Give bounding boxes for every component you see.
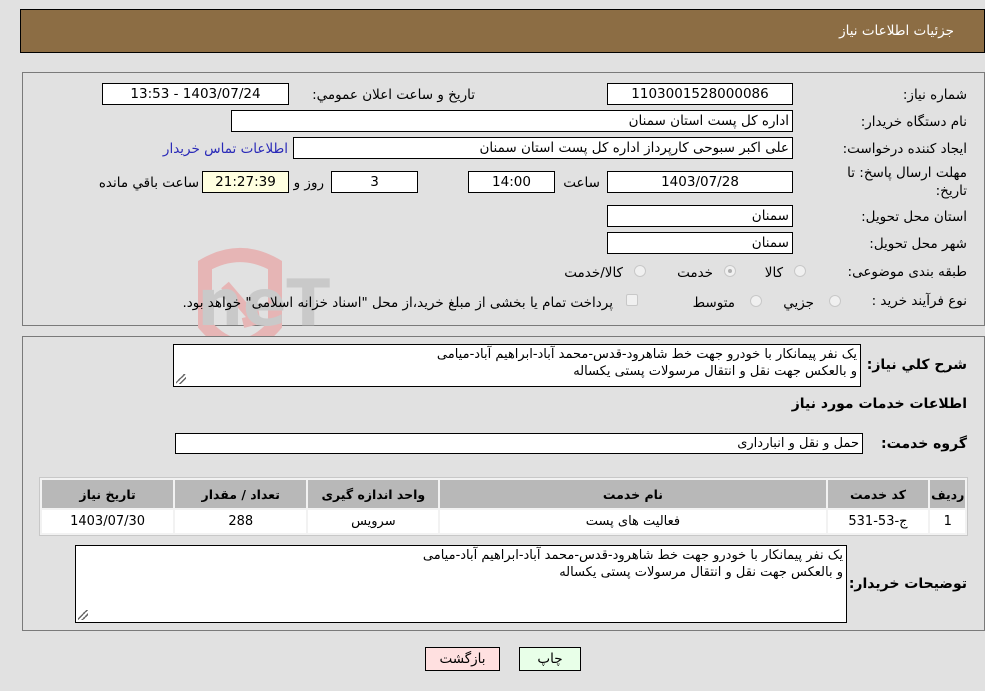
category-goods-radio[interactable] [794, 265, 806, 277]
remaining-time-field: 21:27:39 [202, 171, 289, 193]
service-group-field: حمل و نقل و انبارداری [175, 433, 863, 454]
cell-row-number: 1 [930, 510, 965, 533]
purchase-minor-label: جزيي [783, 295, 814, 311]
print-button[interactable]: چاپ [519, 647, 581, 671]
deadline-label-date: تاریخ: [935, 183, 967, 199]
deadline-time-field: 14:00 [468, 171, 555, 193]
resize-grip-icon[interactable] [78, 610, 88, 620]
remaining-label: ساعت باقي مانده [98, 175, 199, 191]
page-header: جزئيات اطلاعات نياز [20, 9, 985, 53]
buyer-notes-line-1: یک نفر پیمانکار با خودرو جهت خط شاهرود-ق… [422, 548, 843, 563]
category-goods-service-label: کالا/خدمت [564, 265, 623, 281]
buyer-notes-line-2: و بالعکس جهت نقل و انتقال مرسولات پستی ی… [559, 565, 843, 580]
purchase-type-label: نوع فرآیند خرید : [871, 293, 967, 309]
delivery-city-label: شهر محل تحویل: [869, 236, 967, 252]
buyer-notes-textarea[interactable]: یک نفر پیمانکار با خودرو جهت خط شاهرود-ق… [75, 545, 847, 623]
resize-grip-icon[interactable] [176, 374, 186, 384]
category-service-radio[interactable] [724, 265, 736, 277]
category-goods-label: کالا [764, 265, 783, 281]
category-service-label: خدمت [677, 265, 713, 281]
service-group-label: گروه خدمت: [881, 436, 967, 452]
buyer-notes-label: توضيحات خريدار: [848, 576, 967, 592]
col-header-need-date: تاريخ نياز [42, 480, 174, 508]
delivery-province-label: استان محل تحویل: [861, 209, 967, 225]
days-label: روز و [293, 175, 324, 191]
buyer-contact-link[interactable]: اطلاعات تماس خريدار [163, 141, 288, 157]
category-label: طبقه بندی موضوعی: [847, 264, 967, 280]
description-label: شرح کلي نياز: [866, 357, 967, 373]
purchase-medium-radio[interactable] [750, 295, 762, 307]
table-row: 1 ج-53-531 فعالیت های پست سرویس 288 1403… [42, 510, 965, 533]
need-number-label: شماره نیاز: [902, 87, 967, 103]
need-number-field: 1103001528000086 [607, 83, 793, 105]
page-title: جزئيات اطلاعات نياز [839, 23, 954, 39]
category-goods-service-radio[interactable] [634, 265, 646, 277]
description-line-1: یک نفر پیمانکار با خودرو جهت خط شاهرود-ق… [436, 347, 857, 362]
description-line-2: و بالعکس جهت نقل و انتقال مرسولات پستی ی… [573, 364, 857, 379]
buyer-org-label: نام دستگاه خريدار: [860, 114, 967, 130]
cell-service-name: فعالیت های پست [440, 510, 826, 533]
remaining-days-field: 3 [331, 171, 418, 193]
deadline-label: مهلت ارسال پاسخ: تا [847, 165, 967, 181]
col-header-unit: واحد اندازه گيری [308, 480, 439, 508]
requester-field: علی اکبر سبوحی کارپرداز اداره کل پست است… [293, 137, 793, 159]
buyer-org-field: اداره کل پست استان سمنان [231, 110, 793, 132]
services-table: رديف کد خدمت نام خدمت واحد اندازه گيری ت… [39, 477, 968, 536]
services-section-title: اطلاعات خدمات مورد نياز [791, 396, 967, 412]
treasury-bonds-checkbox[interactable] [626, 294, 638, 306]
cell-quantity: 288 [175, 510, 307, 533]
col-header-quantity: تعداد / مقدار [175, 480, 307, 508]
delivery-city-field: سمنان [607, 232, 793, 254]
cell-unit: سرویس [308, 510, 439, 533]
requester-label: ايجاد کننده درخواست: [842, 141, 967, 157]
col-header-row-number: رديف [930, 480, 965, 508]
back-button[interactable]: بازگشت [425, 647, 500, 671]
purchase-medium-label: متوسط [692, 295, 735, 311]
cell-service-code: ج-53-531 [827, 510, 929, 533]
col-header-service-code: کد خدمت [827, 480, 929, 508]
treasury-bonds-note: پرداخت تمام يا بخشی از مبلغ خريد،از محل … [182, 295, 613, 311]
description-textarea[interactable]: یک نفر پیمانکار با خودرو جهت خط شاهرود-ق… [173, 344, 861, 387]
deadline-time-label: ساعت [563, 175, 600, 191]
deadline-date-field: 1403/07/28 [607, 171, 793, 193]
cell-need-date: 1403/07/30 [42, 510, 174, 533]
table-header-row: رديف کد خدمت نام خدمت واحد اندازه گيری ت… [42, 480, 965, 508]
col-header-service-name: نام خدمت [440, 480, 826, 508]
announce-datetime-field: 1403/07/24 - 13:53 [102, 83, 289, 105]
delivery-province-field: سمنان [607, 205, 793, 227]
purchase-minor-radio[interactable] [829, 295, 841, 307]
announce-datetime-label: تاريخ و ساعت اعلان عمومي: [312, 87, 475, 103]
